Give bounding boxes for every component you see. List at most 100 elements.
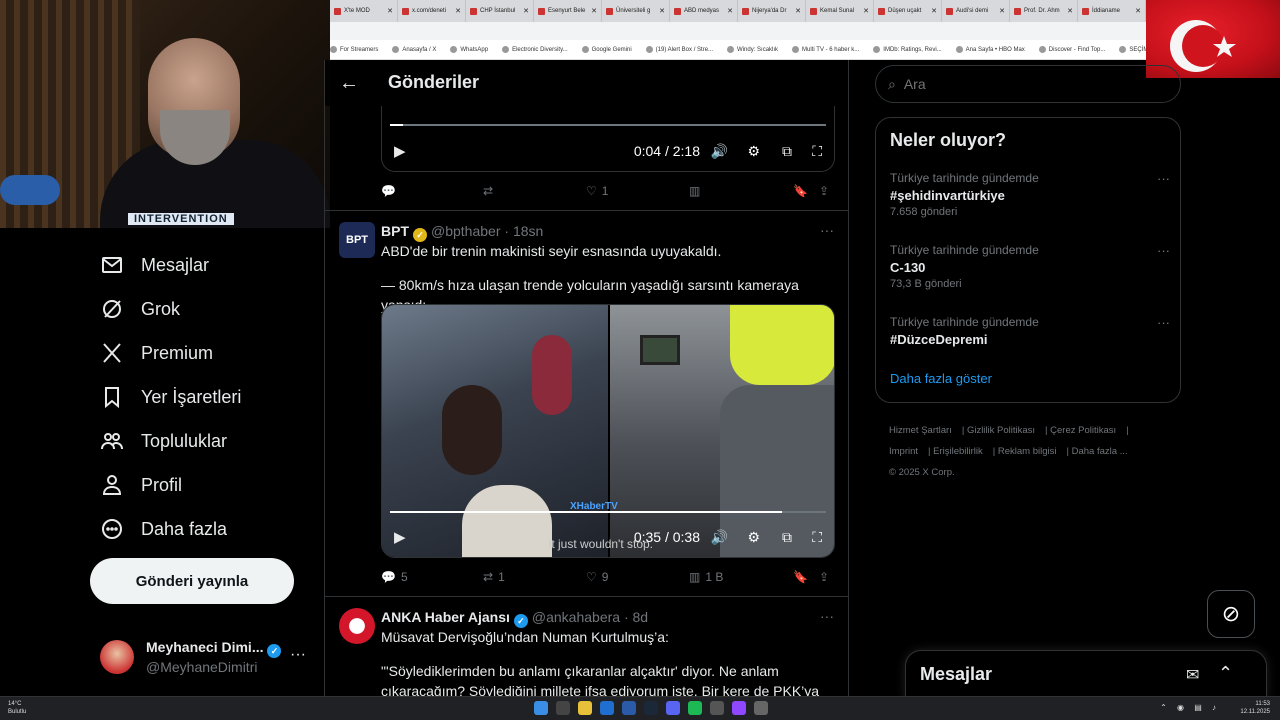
post-bpt[interactable]: BPT BPT ✓ @bpthaber · 18sn ··· ABD'de bir …: [325, 210, 848, 596]
fullscreen-icon[interactable]: ⛶: [812, 143, 822, 160]
browser-tab[interactable]: Prof. Dr. Ahm ✕: [1010, 0, 1078, 22]
bookmark-button[interactable]: 🔖: [793, 570, 808, 584]
fullscreen-icon[interactable]: ⛶: [812, 529, 822, 546]
spotify-icon[interactable]: [688, 701, 702, 715]
more-options-icon[interactable]: ···: [1157, 243, 1170, 258]
video-player[interactable]: XHaberTV It just wouldn't stop. ▶ 0:35 /…: [381, 304, 835, 558]
views-button[interactable]: ▥: [689, 184, 700, 198]
close-tab-icon[interactable]: ✕: [727, 7, 733, 15]
close-tab-icon[interactable]: ✕: [591, 7, 597, 15]
pip-icon[interactable]: ⧉: [782, 529, 792, 546]
search-box[interactable]: ⌕: [875, 65, 1181, 103]
browser-tab[interactable]: Nijerya'da Dr ✕: [738, 0, 806, 22]
steam-icon[interactable]: [644, 701, 658, 715]
footer-link[interactable]: Reklam bilgisi: [998, 446, 1057, 457]
messages-drawer[interactable]: Mesajlar ✉ ⌃: [905, 650, 1267, 700]
avatar[interactable]: [339, 608, 375, 644]
bookmark-item[interactable]: Windy: Sıcaklık: [727, 46, 778, 53]
close-tab-icon[interactable]: ✕: [863, 7, 869, 15]
grok-button[interactable]: ⊘: [1207, 590, 1255, 638]
post-time[interactable]: 8d: [633, 609, 649, 625]
browser-tab[interactable]: x.com/deneti ✕: [398, 0, 466, 22]
close-tab-icon[interactable]: ✕: [387, 7, 393, 15]
discord-icon[interactable]: [666, 701, 680, 715]
like-button[interactable]: ♡ 9: [586, 570, 608, 584]
nav-grok[interactable]: Grok: [100, 292, 180, 326]
new-message-icon[interactable]: ✉: [1186, 665, 1199, 685]
video-progress-bar[interactable]: [390, 124, 826, 126]
search-input[interactable]: [903, 76, 1154, 92]
video-player[interactable]: ▶ 0:04 / 2:18 🔊 ⚙ ⧉ ⛶: [381, 106, 835, 172]
repost-button[interactable]: ⇄ 1: [483, 570, 505, 584]
browser-tab[interactable]: X'te MOD ✕: [330, 0, 398, 22]
more-options-icon[interactable]: ···: [820, 608, 834, 624]
browser-tab[interactable]: Esenyurt Bele ✕: [534, 0, 602, 22]
repost-button[interactable]: ⇄: [483, 184, 493, 198]
close-tab-icon[interactable]: ✕: [455, 7, 461, 15]
close-tab-icon[interactable]: ✕: [999, 7, 1005, 15]
nav-profile[interactable]: Profil: [100, 468, 182, 502]
post-handle[interactable]: @bpthaber: [431, 223, 500, 239]
bookmark-item[interactable]: Google Gemini: [581, 46, 632, 53]
volume-icon[interactable]: 🔊: [711, 529, 728, 546]
footer-link[interactable]: Daha fazla ...: [1072, 446, 1128, 457]
bookmark-button[interactable]: 🔖: [793, 184, 808, 198]
close-tab-icon[interactable]: ✕: [523, 7, 529, 15]
bookmark-item[interactable]: Ana Sayfa • HBO Max: [955, 46, 1025, 53]
app-icon[interactable]: [710, 701, 724, 715]
post-handle[interactable]: @ankahabera: [532, 609, 620, 625]
trend-item[interactable]: Türkiye tarihinde gündemde #DüzceDepremi…: [890, 315, 1170, 347]
footer-link[interactable]: Hizmet Şartları: [889, 425, 952, 436]
close-tab-icon[interactable]: ✕: [1135, 7, 1141, 15]
search-icon[interactable]: [556, 701, 570, 715]
bookmark-item[interactable]: Electronic Diversity...: [502, 46, 568, 53]
reply-button[interactable]: 💬: [381, 184, 396, 198]
bookmark-item[interactable]: Multi TV - 6 haber k...: [792, 46, 859, 53]
reply-button[interactable]: 💬 5: [381, 570, 408, 584]
volume-icon[interactable]: 🔊: [711, 143, 728, 160]
settings-icon[interactable]: ⚙: [747, 529, 760, 546]
nav-more[interactable]: Daha fazla: [100, 512, 227, 546]
weather-widget[interactable]: 14°C Bulutlu: [8, 700, 26, 716]
chrome-icon[interactable]: [578, 701, 592, 715]
account-switcher[interactable]: Meyhaneci Dimi... ✓ @MeyhaneDimitri ···: [100, 636, 310, 680]
browser-tab[interactable]: Düşen uçakt ✕: [874, 0, 942, 22]
nav-communities[interactable]: Topluluklar: [100, 424, 227, 458]
bookmark-item[interactable]: IMDb: Ratings, Revi...: [873, 46, 942, 53]
pip-icon[interactable]: ⧉: [782, 143, 792, 160]
more-options-icon[interactable]: ···: [820, 222, 834, 238]
post-author[interactable]: BPT: [381, 223, 409, 239]
browser-tab[interactable]: ABD medyas ✕: [670, 0, 738, 22]
expand-icon[interactable]: ⌃: [1218, 663, 1233, 684]
share-button[interactable]: ⇪: [819, 184, 829, 198]
more-options-icon[interactable]: ···: [1157, 171, 1170, 186]
trend-item[interactable]: Türkiye tarihinde gündemde #şehidinvartü…: [890, 171, 1170, 218]
trend-item[interactable]: Türkiye tarihinde gündemde C-130 73,3 B …: [890, 243, 1170, 290]
nav-messages[interactable]: Mesajlar: [100, 248, 209, 282]
views-button[interactable]: ▥ 1 B: [689, 570, 723, 584]
close-tab-icon[interactable]: ✕: [795, 7, 801, 15]
bookmark-item[interactable]: For Streamers: [330, 46, 378, 53]
post-button[interactable]: Gönderi yayınla: [90, 558, 294, 604]
bookmark-item[interactable]: Discover - Find Top...: [1038, 46, 1105, 53]
edge-icon[interactable]: [600, 701, 614, 715]
nav-premium[interactable]: Premium: [100, 336, 213, 370]
browser-tab[interactable]: Üniversiteli g ✕: [602, 0, 670, 22]
video-progress-bar[interactable]: [390, 511, 826, 513]
play-icon[interactable]: ▶: [394, 528, 406, 546]
footer-link[interactable]: Imprint: [889, 446, 918, 457]
post-anka[interactable]: ANKA Haber Ajansı ✓ @ankahabera · 8d ··· M…: [325, 596, 848, 696]
post-time[interactable]: 18sn: [513, 223, 543, 239]
bookmark-item[interactable]: Anasayfa / X: [392, 46, 436, 53]
footer-link[interactable]: Erişilebilirlik: [933, 446, 983, 457]
bookmark-item[interactable]: WhatsApp: [450, 46, 488, 53]
store-icon[interactable]: [622, 701, 636, 715]
browser-tab[interactable]: İddianame ✕: [1078, 0, 1146, 22]
settings-icon[interactable]: ⚙: [747, 143, 760, 160]
browser-tab[interactable]: Audi'si demi ✕: [942, 0, 1010, 22]
like-button[interactable]: ♡ 1: [586, 184, 608, 198]
start-icon[interactable]: [534, 701, 548, 715]
close-tab-icon[interactable]: ✕: [659, 7, 665, 15]
bookmark-item[interactable]: SEÇİM SONUÇLARI...: [1119, 46, 1146, 53]
show-more-link[interactable]: Daha fazla göster: [890, 371, 992, 386]
